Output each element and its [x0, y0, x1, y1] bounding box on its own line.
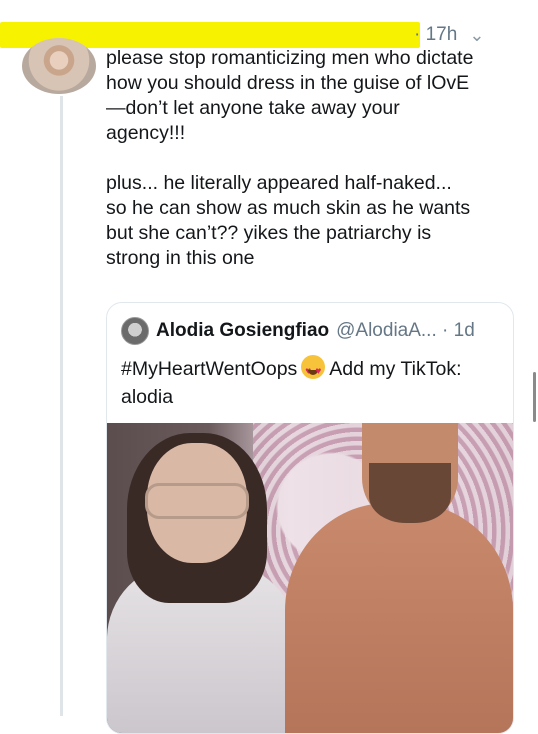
quoted-tweet-header: Alodia Gosiengfiao @AlodiaA... · 1d	[121, 317, 475, 345]
scrollbar-thumb[interactable]	[533, 372, 536, 422]
chevron-down-icon[interactable]: ⌄	[469, 25, 484, 46]
quoted-tweet[interactable]: Alodia Gosiengfiao @AlodiaA... · 1d #MyH…	[106, 302, 514, 734]
heart-eyes-emoji-icon	[301, 355, 326, 386]
thread-line	[60, 96, 63, 716]
quoted-tweet-video[interactable]	[107, 423, 513, 733]
quoted-tweet-text: #MyHeartWentOopsAdd my TikTok: alodia	[121, 355, 501, 411]
quoted-avatar[interactable]	[121, 317, 149, 345]
hashtag-link[interactable]: #MyHeartWentOops	[121, 358, 297, 380]
tweet-text: please stop romanticizing men who dictat…	[106, 47, 474, 269]
glasses	[145, 483, 249, 519]
tweet-timestamp[interactable]: · 17h	[414, 24, 457, 46]
person-right-beard	[369, 463, 451, 523]
avatar[interactable]	[22, 38, 96, 94]
quoted-author-name[interactable]: Alodia Gosiengfiao	[156, 320, 329, 342]
tweet-meta: · 17h ⌄	[414, 24, 484, 46]
quoted-author-handle: @AlodiaA... · 1d	[336, 320, 475, 341]
person-right-body	[285, 503, 513, 733]
